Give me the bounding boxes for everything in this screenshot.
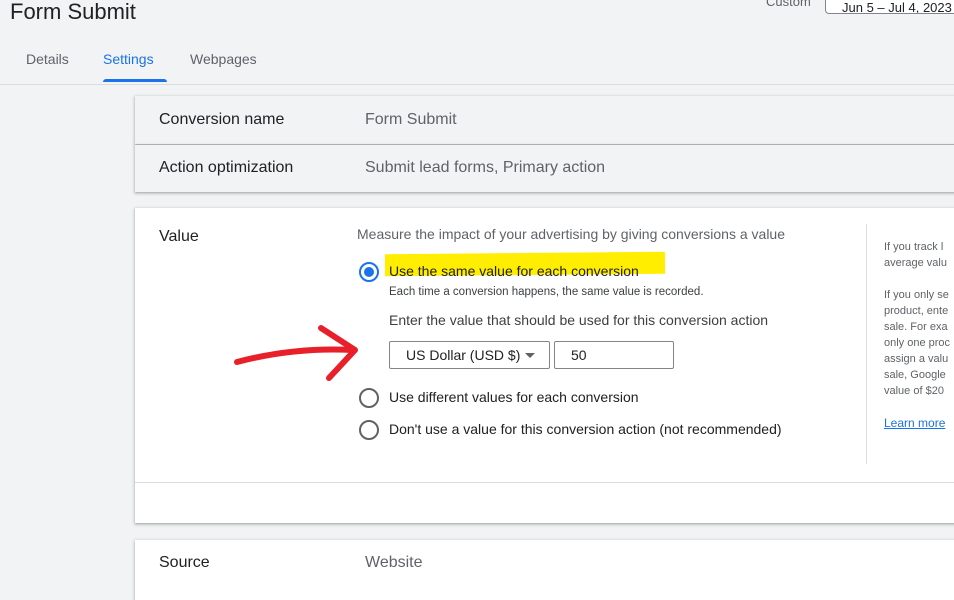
value-card-divider: [135, 482, 954, 483]
action-optimization-label: Action optimization: [159, 159, 294, 176]
help-text-line: average valu: [884, 257, 947, 269]
conversion-name-label: Conversion name: [159, 111, 285, 128]
caret-down-icon: [525, 353, 535, 358]
currency-selected-value: US Dollar (USD $): [406, 347, 521, 363]
top-bar: Form Submit Custom Jun 5 – Jul 4, 2023 D…: [0, 0, 954, 85]
help-text-line: If you track l: [884, 241, 944, 253]
active-tab-indicator: [103, 79, 167, 82]
enter-value-label: Enter the value that should be used for …: [389, 312, 769, 328]
conversion-name-value: Form Submit: [365, 111, 457, 128]
help-text-line: sale. For exa: [884, 321, 948, 333]
source-row[interactable]: Source Website: [135, 540, 954, 600]
tab-webpages[interactable]: Webpages: [190, 51, 257, 67]
same-value-subtext: Each time a conversion happens, the same…: [389, 286, 704, 298]
action-optimization-row[interactable]: Action optimization Submit lead forms, P…: [135, 145, 954, 192]
red-arrow-annotation-icon: [234, 325, 358, 381]
radio-same-value[interactable]: [359, 262, 379, 282]
help-text-line: sale, Google: [884, 369, 946, 381]
option-same-value-label[interactable]: Use the same value for each conversion: [389, 263, 639, 279]
date-range-picker[interactable]: Jun 5 – Jul 4, 2023: [825, 0, 954, 14]
tab-details[interactable]: Details: [26, 51, 69, 67]
help-text-line: only one proc: [884, 337, 951, 349]
help-divider: [866, 224, 867, 464]
help-text-line: assign a valu: [884, 353, 949, 365]
date-range-label: Custom: [766, 0, 811, 9]
action-optimization-value: Submit lead forms, Primary action: [365, 159, 606, 176]
source-label: Source: [159, 554, 210, 571]
tab-settings[interactable]: Settings: [103, 51, 154, 67]
currency-select[interactable]: US Dollar (USD $): [389, 341, 550, 369]
option-no-value-label[interactable]: Don't use a value for this conversion ac…: [389, 421, 782, 437]
help-text-line: If you only se: [884, 289, 949, 301]
value-amount-input[interactable]: [554, 341, 674, 369]
value-section-title: Value: [159, 228, 199, 245]
page-title: Form Submit: [10, 0, 136, 24]
help-text-line: value of $20: [884, 385, 944, 397]
option-different-values-label[interactable]: Use different values for each conversion: [389, 389, 639, 405]
value-description: Measure the impact of your advertising b…: [357, 226, 785, 242]
conversion-name-row[interactable]: Conversion name Form Submit: [135, 96, 954, 144]
radio-no-value[interactable]: [359, 420, 379, 440]
radio-different-values[interactable]: [359, 388, 379, 408]
help-text-line: product, ente: [884, 305, 949, 317]
source-value: Website: [365, 554, 423, 571]
learn-more-link[interactable]: Learn more: [884, 416, 945, 430]
